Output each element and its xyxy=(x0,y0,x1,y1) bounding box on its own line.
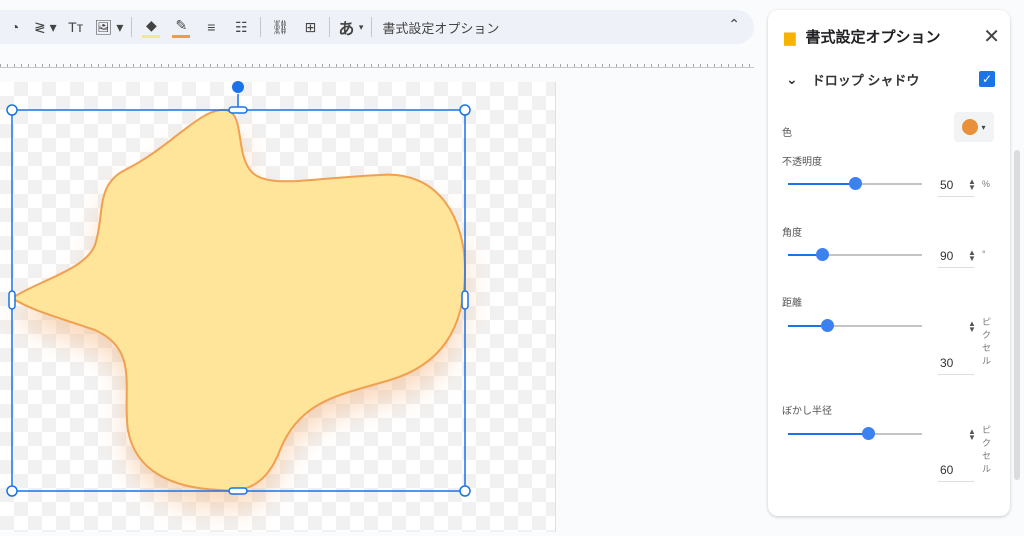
drop-shadow-section-toggle[interactable]: ⌄ ドロップ シャドウ xyxy=(786,70,919,89)
resize-handle[interactable] xyxy=(6,485,18,497)
angle-label: 角度 xyxy=(782,228,802,239)
collapse-toolbar-icon[interactable]: ⌃ xyxy=(728,16,740,33)
angle-slider[interactable] xyxy=(788,248,922,261)
format-paint-icon: ▆ xyxy=(784,28,796,46)
resize-handle[interactable] xyxy=(459,104,471,116)
opacity-unit: % xyxy=(982,179,991,189)
shape-layer[interactable] xyxy=(0,0,560,536)
blob-shape[interactable] xyxy=(10,108,467,492)
resize-handle[interactable] xyxy=(8,290,16,310)
slider-thumb[interactable] xyxy=(849,177,862,190)
distance-label: 距離 xyxy=(782,298,802,309)
rotate-handle[interactable] xyxy=(232,81,244,93)
section-title: ドロップ シャドウ xyxy=(811,73,920,88)
resize-handle[interactable] xyxy=(459,485,471,497)
slider-thumb[interactable] xyxy=(820,319,834,332)
angle-unit: ° xyxy=(982,249,986,259)
dropdown-arrow-icon: ▾ xyxy=(981,122,986,132)
spinner-icon[interactable]: ▲ ▼ xyxy=(968,320,976,334)
panel-title: 書式設定オプション xyxy=(805,29,941,46)
opacity-slider[interactable] xyxy=(788,177,922,190)
blur-input[interactable]: 60 xyxy=(938,461,974,482)
distance-input[interactable]: 30 xyxy=(938,354,974,375)
opacity-label: 不透明度 xyxy=(782,157,822,168)
blur-label: ぼかし半径 xyxy=(782,406,832,417)
resize-handle[interactable] xyxy=(6,104,18,116)
color-swatch xyxy=(962,119,979,135)
blur-unit: ピクセル xyxy=(982,425,992,474)
distance-slider[interactable] xyxy=(788,319,922,332)
spinner-icon[interactable]: ▲ ▼ xyxy=(968,249,976,263)
drop-shadow-checkbox[interactable]: ✓ xyxy=(979,71,995,87)
chevron-down-icon: ⌄ xyxy=(786,71,798,87)
panel-scrollbar[interactable] xyxy=(1014,150,1020,480)
resize-handle[interactable] xyxy=(461,290,469,310)
resize-handle[interactable] xyxy=(228,487,248,495)
format-options-panel: ▆ 書式設定オプション ✕ ⌄ ドロップ シャドウ ✓ 色 ▾ 不透明度 50 ▲ ▼… xyxy=(768,10,1020,516)
spinner-icon[interactable]: ▲ ▼ xyxy=(968,428,976,442)
slider-thumb[interactable] xyxy=(862,427,876,440)
blur-slider[interactable] xyxy=(788,427,922,440)
distance-unit: ピクセル xyxy=(982,317,992,366)
color-label: 色 xyxy=(782,128,792,139)
slider-thumb[interactable] xyxy=(815,248,829,261)
resize-handle[interactable] xyxy=(228,106,248,114)
spinner-icon[interactable]: ▲ ▼ xyxy=(968,178,976,192)
shadow-color-picker[interactable]: ▾ xyxy=(954,112,994,142)
close-icon[interactable]: ✕ xyxy=(983,24,1000,49)
